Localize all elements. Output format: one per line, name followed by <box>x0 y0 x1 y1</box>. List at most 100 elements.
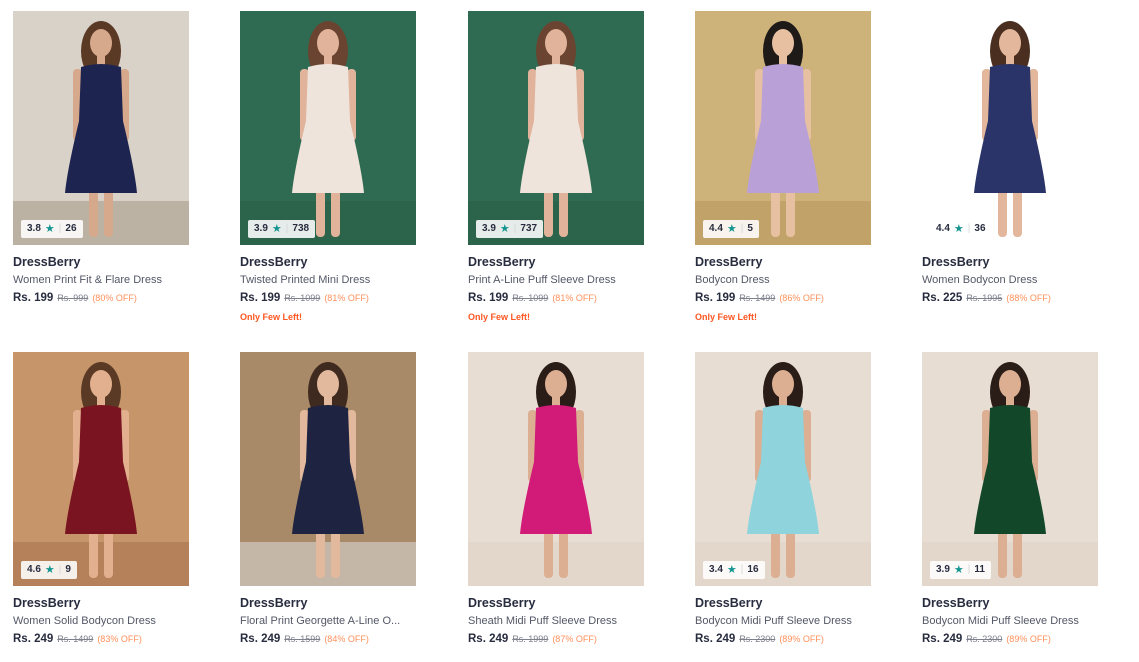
rating-separator: | <box>967 564 971 575</box>
discount-label: (81% OFF) <box>324 293 369 303</box>
mrp-price: Rs. 1099 <box>284 293 321 303</box>
product-name[interactable]: Women Solid Bodycon Dress <box>13 615 181 627</box>
rating-badge: 3.8 ★ | 26 <box>21 220 83 238</box>
model-photo-illustration <box>695 11 871 245</box>
product-card[interactable]: DressBerry Sheath Midi Puff Sleeve Dress… <box>468 352 644 645</box>
product-card[interactable]: 4.4 ★ | 36 DressBerry Women Bodycon Dres… <box>922 11 1098 304</box>
product-name[interactable]: Sheath Midi Puff Sleeve Dress <box>468 615 636 627</box>
price-row: Rs. 249 Rs. 1499 (83% OFF) <box>13 633 189 645</box>
product-name[interactable]: Print A-Line Puff Sleeve Dress <box>468 274 636 286</box>
product-image[interactable]: 3.9 ★ | 11 <box>922 352 1098 586</box>
product-card[interactable]: 3.9 ★ | 11 DressBerry Bodycon Midi Puff … <box>922 352 1098 645</box>
product-name[interactable]: Floral Print Georgette A-Line O... <box>240 615 408 627</box>
model-photo-illustration <box>13 352 189 586</box>
rating-value: 4.4 <box>709 223 723 234</box>
product-brand[interactable]: DressBerry <box>468 596 644 610</box>
price-row: Rs. 199 Rs. 1099 (81% OFF) <box>240 292 416 304</box>
rating-separator: | <box>740 564 744 575</box>
mrp-price: Rs. 1499 <box>739 293 776 303</box>
stock-warning: Only Few Left! <box>468 312 531 322</box>
selling-price: Rs. 199 <box>695 292 736 304</box>
product-card[interactable]: 3.9 ★ | 738 DressBerry Twisted Printed M… <box>240 11 416 322</box>
discount-label: (87% OFF) <box>552 634 597 644</box>
rating-value: 3.9 <box>254 223 268 234</box>
rating-count: 5 <box>747 223 753 234</box>
rating-count: 36 <box>974 223 986 234</box>
rating-badge: 4.6 ★ | 9 <box>21 561 77 579</box>
product-brand[interactable]: DressBerry <box>13 596 189 610</box>
product-image[interactable]: 4.4 ★ | 5 <box>695 11 871 245</box>
selling-price: Rs. 199 <box>13 292 54 304</box>
rating-count: 738 <box>292 223 310 234</box>
product-brand[interactable]: DressBerry <box>240 255 416 269</box>
product-grid: 3.8 ★ | 26 DressBerry Women Print Fit & … <box>0 0 1139 662</box>
discount-label: (81% OFF) <box>552 293 597 303</box>
model-photo-illustration <box>240 11 416 245</box>
rating-count: 26 <box>65 223 77 234</box>
rating-value: 3.9 <box>936 564 950 575</box>
mrp-price: Rs. 999 <box>57 293 89 303</box>
rating-value: 3.8 <box>27 223 41 234</box>
product-image[interactable]: 4.6 ★ | 9 <box>13 352 189 586</box>
product-image[interactable] <box>240 352 416 586</box>
star-icon: ★ <box>953 223 964 235</box>
product-name[interactable]: Bodycon Dress <box>695 274 863 286</box>
product-image[interactable]: 3.4 ★ | 16 <box>695 352 871 586</box>
product-name[interactable]: Women Bodycon Dress <box>922 274 1090 286</box>
rating-count: 16 <box>747 564 759 575</box>
product-card[interactable]: 3.4 ★ | 16 DressBerry Bodycon Midi Puff … <box>695 352 871 645</box>
product-card[interactable]: 4.4 ★ | 5 DressBerry Bodycon Dress Rs. 1… <box>695 11 871 322</box>
product-image[interactable]: 3.9 ★ | 738 <box>240 11 416 245</box>
product-image[interactable]: 3.9 ★ | 737 <box>468 11 644 245</box>
mrp-price: Rs. 1499 <box>57 634 94 644</box>
rating-badge: 3.9 ★ | 738 <box>248 220 316 238</box>
product-brand[interactable]: DressBerry <box>922 255 1098 269</box>
rating-count: 737 <box>520 223 538 234</box>
product-brand[interactable]: DressBerry <box>468 255 644 269</box>
product-name[interactable]: Women Print Fit & Flare Dress <box>13 274 181 286</box>
stock-warning: Only Few Left! <box>695 312 758 322</box>
product-name[interactable]: Twisted Printed Mini Dress <box>240 274 408 286</box>
model-photo-illustration <box>922 352 1098 586</box>
rating-count: 11 <box>974 564 985 575</box>
selling-price: Rs. 199 <box>468 292 509 304</box>
product-name[interactable]: Bodycon Midi Puff Sleeve Dress <box>695 615 863 627</box>
model-photo-illustration <box>695 352 871 586</box>
mrp-price: Rs. 1995 <box>966 293 1003 303</box>
rating-value: 4.4 <box>936 223 950 234</box>
product-image[interactable]: 4.4 ★ | 36 <box>922 11 1098 245</box>
product-brand[interactable]: DressBerry <box>240 596 416 610</box>
mrp-price: Rs. 1599 <box>284 634 321 644</box>
rating-badge: 3.4 ★ | 16 <box>703 561 765 579</box>
product-card[interactable]: 4.6 ★ | 9 DressBerry Women Solid Bodycon… <box>13 352 189 645</box>
star-icon: ★ <box>499 223 510 235</box>
price-row: Rs. 225 Rs. 1995 (88% OFF) <box>922 292 1098 304</box>
selling-price: Rs. 249 <box>240 633 281 645</box>
discount-label: (84% OFF) <box>324 634 369 644</box>
selling-price: Rs. 249 <box>13 633 54 645</box>
stock-warning: Only Few Left! <box>240 312 303 322</box>
price-row: Rs. 249 Rs. 1599 (84% OFF) <box>240 633 416 645</box>
star-icon: ★ <box>953 564 964 576</box>
price-row: Rs. 249 Rs. 2300 (89% OFF) <box>695 633 871 645</box>
product-brand[interactable]: DressBerry <box>13 255 189 269</box>
product-brand[interactable]: DressBerry <box>922 596 1098 610</box>
rating-separator: | <box>58 223 62 234</box>
product-name[interactable]: Bodycon Midi Puff Sleeve Dress <box>922 615 1090 627</box>
product-card[interactable]: DressBerry Floral Print Georgette A-Line… <box>240 352 416 645</box>
rating-value: 4.6 <box>27 564 41 575</box>
product-card[interactable]: 3.8 ★ | 26 DressBerry Women Print Fit & … <box>13 11 189 304</box>
rating-badge: 4.4 ★ | 36 <box>930 220 992 238</box>
discount-label: (80% OFF) <box>92 293 137 303</box>
rating-separator: | <box>967 223 971 234</box>
product-card[interactable]: 3.9 ★ | 737 DressBerry Print A-Line Puff… <box>468 11 644 322</box>
model-photo-illustration <box>240 352 416 586</box>
product-image[interactable] <box>468 352 644 586</box>
rating-separator: | <box>285 223 289 234</box>
product-brand[interactable]: DressBerry <box>695 255 871 269</box>
discount-label: (83% OFF) <box>97 634 142 644</box>
selling-price: Rs. 249 <box>695 633 736 645</box>
product-image[interactable]: 3.8 ★ | 26 <box>13 11 189 245</box>
product-brand[interactable]: DressBerry <box>695 596 871 610</box>
selling-price: Rs. 225 <box>922 292 963 304</box>
